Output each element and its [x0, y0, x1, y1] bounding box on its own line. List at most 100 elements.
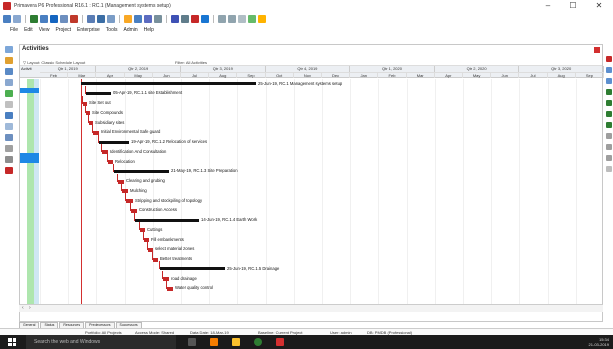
assignments-icon[interactable] [60, 14, 68, 23]
cut-icon[interactable] [605, 78, 612, 84]
assignments-nav-icon[interactable] [5, 123, 13, 130]
columns-icon[interactable] [134, 14, 142, 23]
grid-line [322, 79, 323, 309]
eps-nav-icon[interactable] [5, 57, 13, 64]
menu-project[interactable]: Project [55, 27, 71, 33]
relationship-line [85, 85, 86, 94]
menu-edit[interactable]: Edit [24, 27, 33, 33]
reports-icon[interactable] [70, 14, 78, 23]
move-down-icon[interactable] [605, 122, 612, 128]
menu-help[interactable]: Help [144, 27, 154, 33]
system-tray[interactable]: 15:34 21-03-2019 [589, 337, 609, 347]
file-explorer-icon[interactable] [232, 338, 240, 346]
outdent-icon[interactable] [605, 100, 612, 106]
wbs-summary-bar[interactable] [86, 91, 111, 95]
timescale-month: Feb [40, 72, 69, 78]
relationship-line [107, 154, 108, 162]
layout-icon[interactable] [13, 14, 21, 23]
activities-icon[interactable] [50, 14, 58, 23]
timescale-month: Mar [406, 72, 435, 78]
tracking-nav-icon[interactable] [5, 79, 13, 86]
level-icon[interactable] [181, 14, 189, 23]
menu-view[interactable]: View [39, 27, 50, 33]
layout-label[interactable]: ▽ Layout: Classic Schedule Layout [23, 60, 85, 65]
add-icon[interactable] [605, 67, 612, 73]
menu-enterprise[interactable]: Enterprise [77, 27, 100, 33]
grid-line [237, 79, 239, 309]
wbs-summary-bar[interactable] [135, 218, 199, 222]
resources-nav-icon[interactable] [5, 90, 13, 97]
wbs-icon[interactable] [40, 14, 48, 23]
panel-close-icon[interactable] [594, 47, 600, 53]
taskbar-search-box[interactable]: Search the web and Windows [26, 335, 176, 349]
open-icon[interactable] [3, 14, 11, 23]
maximize-button[interactable]: ☐ [563, 1, 583, 11]
activity-bar[interactable] [153, 257, 158, 262]
issues-icon[interactable] [97, 14, 105, 23]
print-icon[interactable] [248, 14, 256, 23]
link-icon[interactable] [605, 166, 612, 172]
vlc-icon[interactable] [210, 338, 218, 346]
timescale-quarter: Qtr 3, 2019 [181, 66, 266, 72]
windows-start-icon[interactable] [8, 338, 16, 346]
progress-icon[interactable] [191, 14, 199, 23]
store-period-icon[interactable] [201, 14, 209, 23]
p6-app-icon [3, 2, 11, 10]
primavera-taskbar-icon[interactable] [276, 338, 284, 346]
relationship-line [130, 202, 131, 211]
bars-icon[interactable] [124, 14, 132, 23]
group-sort-icon[interactable] [154, 14, 162, 23]
filter-icon[interactable] [144, 14, 152, 23]
thresholds-nav-icon[interactable] [5, 156, 13, 163]
grid-line [519, 79, 521, 309]
schedule-icon[interactable] [171, 14, 179, 23]
data-date-line [81, 79, 82, 309]
timescale-icon[interactable] [238, 14, 246, 23]
move-up-icon[interactable] [605, 111, 612, 117]
menu-admin[interactable]: Admin [123, 27, 137, 33]
scroll-right-icon[interactable]: › [29, 305, 31, 311]
issues-nav-icon[interactable] [5, 167, 13, 174]
bar-label: Site Compounds [92, 109, 123, 115]
timescale-month: Jan [350, 72, 379, 78]
wp-docs-nav-icon[interactable] [5, 134, 13, 141]
risks-icon[interactable] [107, 14, 115, 23]
task-view-icon[interactable] [188, 338, 196, 346]
activity-id-column-header[interactable]: Activit [21, 66, 32, 72]
menu-tools[interactable]: Tools [106, 27, 118, 33]
activity-bar[interactable] [167, 286, 173, 291]
toolbar-separator [166, 14, 167, 23]
minimize-button[interactable]: – [538, 1, 558, 11]
menu-file[interactable]: File [10, 27, 18, 33]
wbs-nav-icon[interactable] [5, 68, 13, 75]
projects-icon[interactable] [30, 14, 38, 23]
notebook-icon[interactable] [258, 14, 266, 23]
grid-line [378, 79, 380, 309]
indent-icon[interactable] [605, 89, 612, 95]
expenses-nav-icon[interactable] [5, 145, 13, 152]
chrome-icon[interactable] [254, 338, 262, 346]
bar-label: Construction Access [139, 207, 177, 213]
scroll-left-icon[interactable]: ‹ [22, 305, 24, 311]
tracking-icon[interactable] [87, 14, 95, 23]
relationship-line [98, 134, 99, 143]
wbs-summary-bar[interactable] [160, 267, 225, 271]
wbs-summary-bar[interactable] [114, 169, 169, 173]
projects-nav-icon[interactable] [5, 46, 13, 53]
zoom-in-icon[interactable] [218, 14, 226, 23]
copy-icon[interactable] [605, 144, 612, 150]
gantt-chart[interactable]: 25-Jun-19, RC.1 Management systems setup… [20, 79, 602, 309]
assign-icon[interactable] [605, 133, 612, 139]
wbs-summary-bar[interactable] [99, 140, 129, 144]
paste-icon[interactable] [605, 155, 612, 161]
close-button[interactable]: ✕ [589, 1, 609, 11]
reports-nav-icon[interactable] [5, 101, 13, 108]
right-action-rail [604, 42, 613, 322]
delete-icon[interactable] [605, 56, 612, 62]
wbs-summary-bar[interactable] [81, 82, 256, 85]
bar-label: Water quality control [175, 285, 214, 291]
filter-label[interactable]: Filter: All Activities [175, 60, 207, 65]
zoom-out-icon[interactable] [228, 14, 236, 23]
activities-nav-icon[interactable] [5, 112, 13, 119]
horizontal-scrollbar[interactable]: ‹ › [19, 304, 603, 312]
